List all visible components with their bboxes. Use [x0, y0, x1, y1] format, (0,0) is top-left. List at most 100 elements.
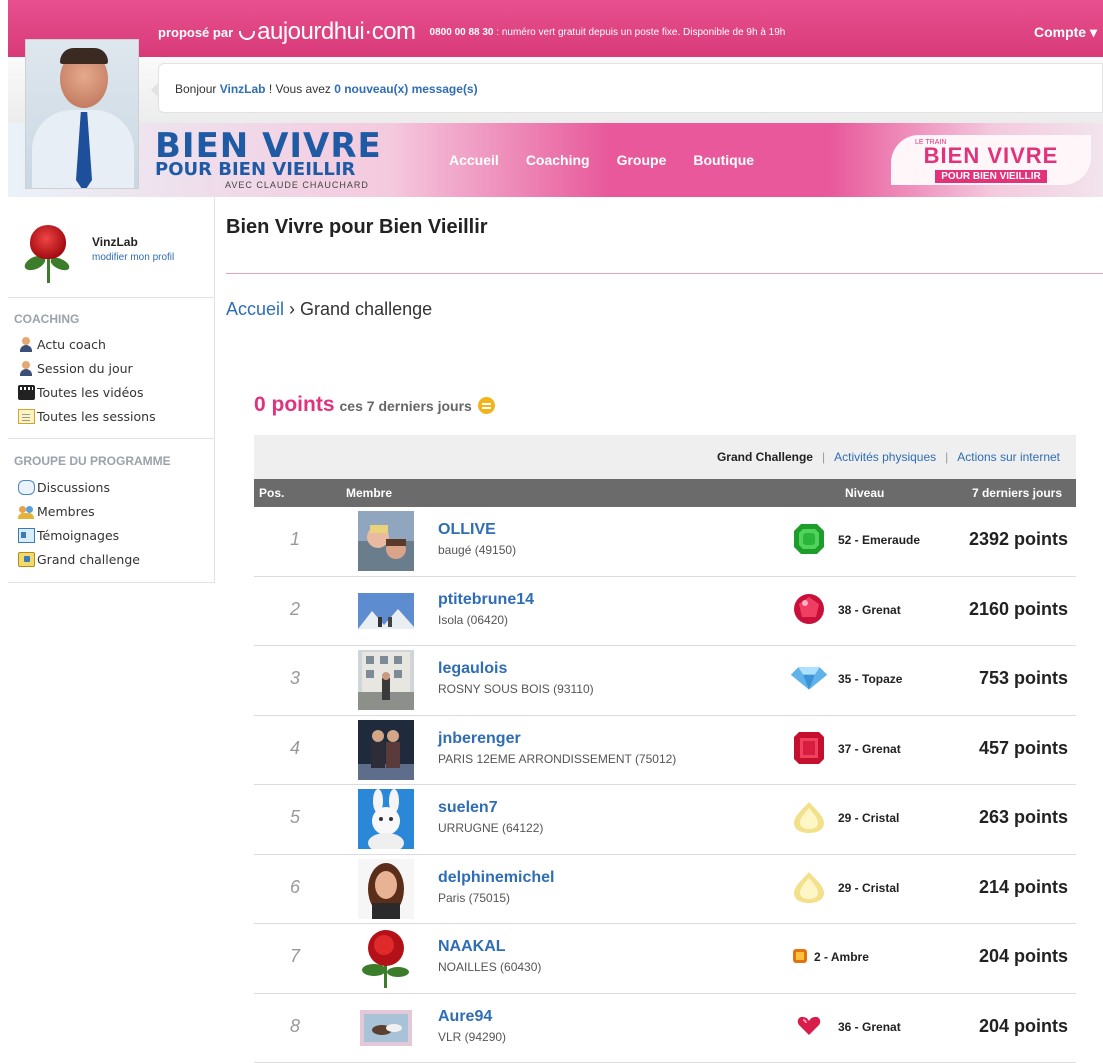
member-name-link[interactable]: jnberenger: [438, 730, 521, 748]
member-score: 263 points: [978, 807, 1068, 827]
table-row: 2 ptitebrune14 Isola (06420) 38 - Grenat 216…: [254, 577, 1076, 646]
sidebar-item-discussions[interactable]: Discussions: [18, 475, 140, 499]
messages-link[interactable]: 0 nouveau(x) message(s): [334, 82, 477, 96]
member-name-link[interactable]: OLLIVE: [438, 521, 496, 539]
member-photo[interactable]: [358, 789, 414, 849]
edit-profile-link[interactable]: modifier mon profil: [92, 252, 174, 263]
breadcrumb: Accueil › Grand challenge: [226, 299, 433, 319]
coaching-heading: COACHING: [14, 312, 80, 326]
member-score: 214 points: [978, 876, 1068, 897]
member-score: 457 points: [978, 737, 1068, 758]
member-name-link[interactable]: NAAKAL: [438, 938, 506, 956]
sidebar-item-sessions[interactable]: Toutes les sessions: [18, 404, 156, 428]
garnet-round-gem-icon: [790, 592, 828, 626]
rank-number: 3: [290, 668, 301, 688]
sidebar-item-temoignages[interactable]: Témoignages: [18, 523, 140, 547]
avatar[interactable]: [18, 221, 78, 283]
rank-number: 6: [290, 876, 301, 897]
table-header: Pos. Membre Niveau 7 derniers jours: [254, 479, 1076, 507]
rank-number: 4: [290, 737, 301, 758]
table-row: 1 OLLIVE baugé (49150) 52 - Emeraude 2392 po…: [254, 507, 1076, 577]
member-photo[interactable]: [358, 511, 414, 571]
member-level: 37 - Grenat: [838, 741, 901, 756]
nav-groupe[interactable]: Groupe: [617, 152, 667, 168]
sidebar-item-membres[interactable]: Membres: [18, 499, 140, 523]
amber-gem-icon: [790, 939, 810, 973]
member-name-link[interactable]: Aure94: [438, 1008, 492, 1026]
header-member: Membre: [346, 486, 393, 500]
filter-activites-physiques[interactable]: Activités physiques: [834, 450, 936, 464]
member-name-link[interactable]: delphinemichel: [438, 869, 554, 887]
member-photo[interactable]: [358, 997, 414, 1058]
sidebar-item-session-du-jour[interactable]: Session du jour: [18, 356, 156, 380]
challenge-filters: Grand Challenge | Activités physiques | …: [254, 435, 1076, 479]
header-period: 7 derniers jours: [971, 486, 1062, 500]
nav-coaching[interactable]: Coaching: [526, 152, 590, 168]
smile-icon: [239, 30, 256, 40]
member-score: 753 points: [978, 668, 1068, 688]
film-icon: [18, 384, 35, 400]
rank-number: 7: [290, 946, 301, 966]
member-score: 204 points: [978, 1015, 1068, 1036]
member-level: 29 - Cristal: [838, 811, 900, 825]
proposed-by-label: proposé par: [158, 24, 234, 40]
member-score: 2392 points: [968, 529, 1068, 549]
member-photo[interactable]: [358, 580, 414, 641]
user-profile: VinzLab modifier mon profil: [18, 221, 174, 283]
garnet-square-gem-icon: [790, 731, 828, 765]
member-location: NOAILLES (60430): [438, 960, 542, 974]
member-photo[interactable]: [358, 928, 414, 988]
rank-number: 1: [290, 529, 301, 549]
member-location: URRUGNE (64122): [438, 821, 544, 835]
member-location: PARIS 12EME ARRONDISSEMENT (75012): [438, 751, 677, 766]
member-name-link[interactable]: legaulois: [438, 660, 507, 678]
challenge-icon: [18, 551, 35, 567]
member-location: Paris (75015): [438, 890, 511, 905]
crystal-gem-icon: [790, 870, 828, 904]
member-name-link[interactable]: ptitebrune14: [438, 591, 534, 609]
member-level: 36 - Grenat: [838, 1019, 901, 1034]
coach-portrait: [25, 39, 139, 189]
leaderboard: 1 OLLIVE baugé (49150) 52 - Emeraude 2392 po…: [254, 507, 1076, 1063]
coaching-menu: Actu coach Session du jour Toutes les vi…: [18, 332, 156, 428]
greeting-bar: Bonjour VinzLab ! Vous avez 0 nouveau(x)…: [8, 57, 1103, 123]
table-row: 4 jnberenger PARIS 12EME ARRONDISSEMENT (7…: [254, 716, 1076, 785]
points-value: 0 points: [254, 393, 335, 416]
member-photo[interactable]: [358, 650, 414, 710]
member-photo[interactable]: [358, 858, 414, 919]
brand-logo[interactable]: aujourdhui·com: [239, 18, 416, 46]
expand-toggle-icon[interactable]: [477, 397, 495, 414]
filter-actions-internet[interactable]: Actions sur internet: [957, 450, 1060, 464]
nav-accueil[interactable]: Accueil: [449, 152, 499, 168]
member-level: 35 - Topaze: [838, 672, 903, 686]
member-photo[interactable]: [358, 719, 414, 780]
group-menu: Discussions Membres Témoignages Grand ch…: [18, 475, 140, 571]
account-menu[interactable]: Compte ▾: [1034, 24, 1097, 41]
title-divider: [226, 273, 1103, 274]
username-link[interactable]: VinzLab: [220, 82, 266, 96]
member-name-link[interactable]: suelen7: [438, 799, 498, 817]
breadcrumb-home[interactable]: Accueil: [226, 299, 284, 319]
member-score: 204 points: [978, 946, 1068, 966]
rank-number: 2: [290, 598, 301, 619]
member-level: 52 - Emeraude: [838, 533, 921, 547]
sidebar-item-videos[interactable]: Toutes les vidéos: [18, 380, 156, 404]
garnet-heart-gem-icon: [790, 1009, 828, 1043]
table-row: 8 Aure94 VLR (94290) 36 - Grenat 204 points: [254, 994, 1076, 1063]
member-location: ROSNY SOUS BOIS (93110): [438, 682, 594, 696]
member-level: 29 - Cristal: [838, 880, 900, 895]
member-level: 2 - Ambre: [814, 950, 869, 964]
breadcrumb-current: Grand challenge: [300, 299, 433, 319]
sidebar-item-grand-challenge[interactable]: Grand challenge: [18, 547, 140, 571]
site-logo[interactable]: BIEN VIVRE POUR BIEN VIEILLIR AVEC CLAUD…: [155, 129, 382, 190]
nav-boutique[interactable]: Boutique: [693, 152, 754, 168]
main-nav: Accueil Coaching Groupe Boutique: [449, 152, 781, 168]
member-location: Isola (06420): [438, 612, 509, 627]
table-row: 5 suelen7 URRUGNE (64122) 29 - Cristal 263 p…: [254, 785, 1076, 855]
filter-grand-challenge[interactable]: Grand Challenge: [717, 450, 813, 464]
top-bar: proposé par aujourdhui·com 0800 00 88 30…: [8, 0, 1103, 57]
train-logo: LE TRAIN BIEN VIVRE POUR BIEN VIEILLIR: [891, 135, 1091, 185]
member-location: baugé (49150): [438, 543, 517, 557]
coach-icon: [18, 336, 35, 352]
sidebar-item-actu-coach[interactable]: Actu coach: [18, 332, 156, 356]
